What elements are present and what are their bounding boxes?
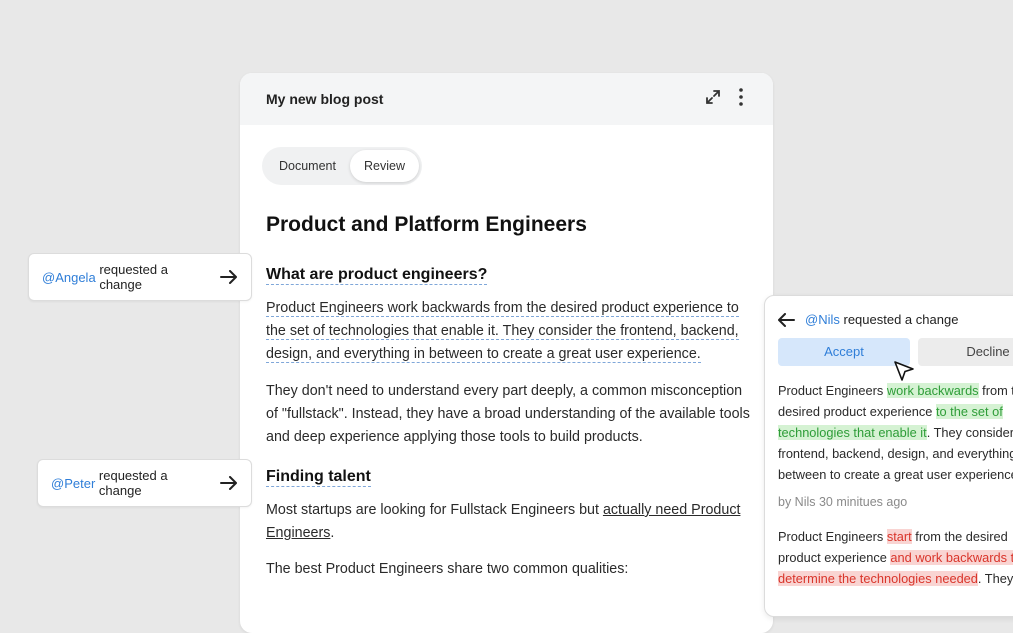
- mention-angela: @Angela: [42, 269, 96, 285]
- diff-text: from the: [982, 383, 1013, 398]
- decline-button[interactable]: Decline: [918, 338, 1013, 366]
- review-request-text: requested a change: [843, 312, 959, 327]
- expand-icon[interactable]: [705, 89, 721, 110]
- change-request-text: requested a change: [99, 262, 168, 292]
- change-request-peter[interactable]: @Peter requested a change: [37, 459, 252, 507]
- suggested-diff-2: Product Engineers start from the desired…: [778, 526, 1013, 589]
- tab-document[interactable]: Document: [265, 150, 350, 182]
- review-panel: @Nils requested a change Accept Decline …: [764, 295, 1013, 617]
- diff-text: desired product experience: [778, 404, 936, 419]
- accept-button[interactable]: Accept: [778, 338, 910, 366]
- suggested-diff-1: Product Engineers work backwards from th…: [778, 380, 1013, 485]
- paragraph-1-text: Product Engineers work backwards from th…: [266, 300, 739, 363]
- paragraph-3-text: Most startups are looking for Fullstack …: [266, 502, 603, 518]
- arrow-right-icon: [220, 476, 238, 490]
- diff-removed: and work backwards to: [890, 550, 1013, 565]
- more-options-icon[interactable]: [739, 88, 743, 111]
- paragraph-2: They don't need to understand every part…: [266, 383, 750, 445]
- change-request-angela[interactable]: @Angela requested a change: [28, 253, 252, 301]
- diff-removed: start: [886, 529, 912, 544]
- section-heading-finding-talent[interactable]: Finding talent: [266, 468, 371, 487]
- diff-text: frontend, backend, design, and everythin…: [778, 446, 1013, 461]
- diff-text: Product Engineers: [778, 383, 887, 398]
- review-meta: by Nils 30 minitues ago: [778, 495, 908, 509]
- view-toggle: Document Review: [262, 147, 422, 185]
- review-panel-header: @Nils requested a change: [778, 312, 958, 327]
- diff-text: from the desired: [911, 529, 1008, 544]
- arrow-left-icon[interactable]: [778, 312, 795, 327]
- diff-text: Product Engineers: [778, 529, 887, 544]
- paragraph-4: The best Product Engineers share two com…: [266, 561, 629, 577]
- mention-peter: @Peter: [51, 475, 96, 491]
- diff-added: work backwards: [886, 383, 979, 398]
- diff-text: product experience: [778, 550, 891, 565]
- document-card: My new blog post Document Review Product…: [240, 73, 773, 633]
- section-heading-product-engineers[interactable]: What are product engineers?: [266, 266, 488, 285]
- mention-nils: @Nils: [805, 312, 840, 327]
- diff-text: . They consider the: [926, 425, 1013, 440]
- diff-text: between to create a great user experienc…: [778, 467, 1013, 482]
- arrow-right-icon: [220, 270, 238, 284]
- document-heading: Product and Platform Engineers: [266, 213, 587, 236]
- paragraph-3-end: .: [330, 525, 335, 541]
- paragraph-3: Most startups are looking for Fullstack …: [266, 499, 756, 545]
- change-request-text: requested a change: [98, 468, 168, 498]
- document-title: My new blog post: [266, 91, 384, 107]
- diff-added: technologies that enable it: [778, 425, 927, 440]
- card-header: My new blog post: [240, 73, 773, 125]
- diff-removed: determine the technologies needed: [778, 571, 978, 586]
- paragraph-1[interactable]: Product Engineers work backwards from th…: [266, 297, 756, 366]
- tab-review[interactable]: Review: [349, 150, 419, 182]
- diff-added: to the set of: [935, 404, 1003, 419]
- document-body: Product and Platform Engineers What are …: [266, 213, 756, 581]
- diff-text: . They: [977, 571, 1013, 586]
